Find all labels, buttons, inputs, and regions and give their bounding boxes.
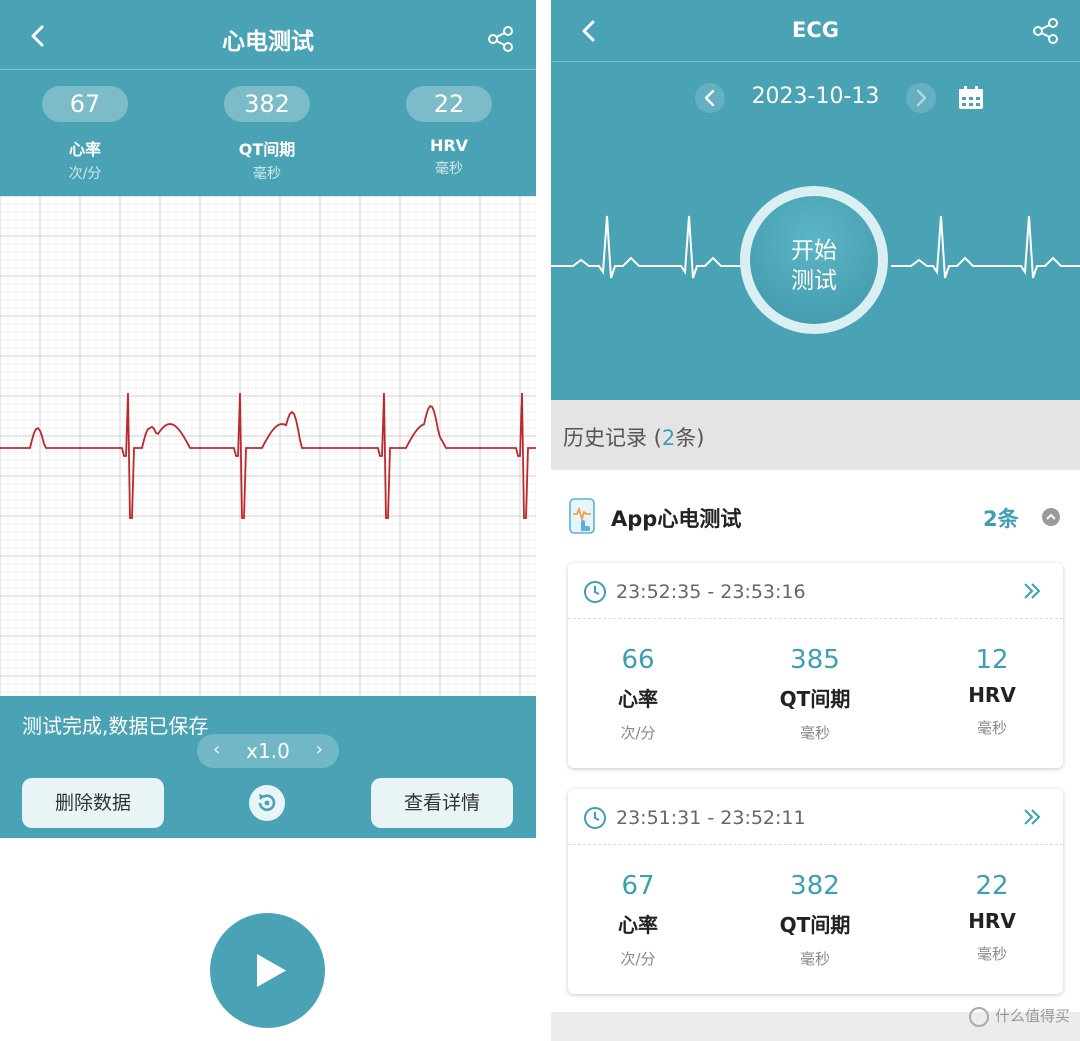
page-title: 心电测试 [222, 29, 314, 55]
stat-label: 心率 [68, 140, 101, 159]
stat-unit: 毫秒 [253, 166, 281, 182]
stats-row: 67 心率 次/分 382 QT间期 毫秒 22 HRV 毫秒 [0, 86, 536, 186]
result-header: 心电测试 67 心率 次/分 382 QT间期 毫秒 22 HRV 毫秒 [0, 0, 536, 196]
stat-value: 382 [224, 86, 310, 122]
ecg-header: ECG 2023-10-13 开始 测试 [551, 0, 1080, 400]
metric-value: 66 [621, 645, 655, 675]
metric-unit: 次/分 [620, 724, 656, 742]
speed-increase-icon[interactable]: › [316, 739, 323, 760]
history-list: App心电测试 2条 23:52:35 - 23:53:16 66 心率 次/分… [551, 470, 1080, 1012]
metric-label: HRV [968, 683, 1016, 707]
replay-button[interactable] [249, 785, 285, 821]
metric-heart-rate: 66 心率 次/分 [578, 645, 698, 743]
speed-selector[interactable]: ‹ x1.0 › [197, 734, 339, 768]
metric-unit: 次/分 [620, 950, 656, 968]
delete-data-button[interactable]: 删除数据 [22, 778, 164, 828]
group-count: 2条 [983, 507, 1019, 531]
metric-hrv: 12 HRV 毫秒 [932, 645, 1052, 738]
save-status-text: 测试完成,数据已保存 [22, 714, 209, 738]
stat-label: HRV [429, 136, 469, 155]
start-test-button[interactable]: 开始 测试 [740, 186, 888, 334]
stat-unit: 次/分 [68, 166, 102, 182]
stat-hrv: 22 HRV 毫秒 [379, 86, 519, 178]
replay-icon [258, 794, 276, 812]
metric-unit: 毫秒 [799, 724, 830, 742]
clock-icon [584, 807, 606, 829]
selected-date[interactable]: 2023-10-13 [551, 84, 1080, 109]
metric-value: 12 [975, 645, 1009, 675]
metric-unit: 毫秒 [976, 945, 1007, 963]
record-time-range: 23:52:35 - 23:53:16 [616, 581, 806, 603]
share-icon[interactable] [1031, 16, 1061, 46]
clock-icon [584, 581, 606, 603]
play-button[interactable] [210, 913, 325, 1028]
chevron-up-icon [1046, 513, 1056, 520]
stat-heart-rate: 67 心率 次/分 [15, 86, 155, 183]
metric-value: 382 [790, 871, 840, 901]
ecg-home-screen: ECG 2023-10-13 开始 测试 历史记录 (2条) App心电测试 2… [551, 0, 1080, 1041]
collapse-toggle[interactable] [1042, 508, 1060, 526]
screen-root: 心电测试 67 心率 次/分 382 QT间期 毫秒 22 HRV 毫秒 测试完… [0, 0, 1080, 1041]
record-card[interactable]: 23:51:31 - 23:52:11 67 心率 次/分 382 QT间期 毫… [568, 789, 1063, 994]
metric-qt-interval: 385 QT间期 毫秒 [755, 645, 875, 743]
group-title: App心电测试 [611, 507, 742, 531]
calendar-icon[interactable] [957, 85, 985, 111]
top-bar: 心电测试 [0, 0, 536, 70]
history-suffix: 条) [675, 426, 705, 450]
metric-unit: 毫秒 [976, 719, 1007, 737]
playback-controls: 测试完成,数据已保存 ‹ x1.0 › 删除数据 查看详情 [0, 696, 536, 838]
play-icon [257, 954, 286, 987]
watermark-logo-icon [968, 1006, 989, 1027]
chevron-right-icon [916, 89, 927, 107]
stat-value: 67 [42, 86, 128, 122]
divider [568, 618, 1063, 619]
ecg-result-screen: 心电测试 67 心率 次/分 382 QT间期 毫秒 22 HRV 毫秒 测试完… [0, 0, 536, 1041]
metric-value: 67 [621, 871, 655, 901]
history-prefix: 历史记录 ( [563, 426, 662, 450]
divider [568, 844, 1063, 845]
metric-value: 385 [790, 645, 840, 675]
record-time-range: 23:51:31 - 23:52:11 [616, 807, 806, 829]
history-header: 历史记录 (2条) [551, 400, 1080, 470]
watermark-text: 什么值得买 [994, 1007, 1070, 1025]
start-test-core: 开始 测试 [750, 196, 878, 324]
share-icon[interactable] [486, 24, 516, 54]
metric-unit: 毫秒 [799, 950, 830, 968]
record-group-header[interactable]: App心电测试 2条 [551, 470, 1080, 562]
start-label-line1: 开始 [791, 238, 837, 264]
history-count: 2 [661, 426, 676, 450]
metric-label: QT间期 [779, 687, 851, 711]
phone-ecg-icon [569, 498, 595, 534]
metric-label: 心率 [618, 913, 658, 937]
metric-qt-interval: 382 QT间期 毫秒 [755, 871, 875, 969]
view-details-button[interactable]: 查看详情 [371, 778, 513, 828]
stat-label: QT间期 [238, 140, 296, 159]
date-selector: 2023-10-13 [551, 80, 1080, 116]
page-title: ECG [792, 18, 839, 42]
metric-label: 心率 [618, 687, 658, 711]
stat-qt-interval: 382 QT间期 毫秒 [197, 86, 337, 183]
metric-value: 22 [975, 871, 1009, 901]
metric-label: HRV [968, 909, 1016, 933]
stat-unit: 毫秒 [435, 161, 463, 177]
metric-label: QT间期 [779, 913, 851, 937]
record-card[interactable]: 23:52:35 - 23:53:16 66 心率 次/分 385 QT间期 毫… [568, 563, 1063, 768]
ecg-waveform-panel[interactable] [0, 196, 536, 696]
ecg-grid [0, 196, 536, 696]
watermark: 什么值得买 [968, 1005, 1070, 1027]
metric-hrv: 22 HRV 毫秒 [932, 871, 1052, 964]
history-title: 历史记录 (2条) [563, 422, 704, 452]
next-day-button[interactable] [906, 83, 936, 113]
double-chevron-right-icon[interactable] [1021, 579, 1043, 603]
top-bar: ECG [551, 0, 1080, 62]
double-chevron-right-icon[interactable] [1021, 805, 1043, 829]
metric-heart-rate: 67 心率 次/分 [578, 871, 698, 969]
stat-value: 22 [406, 86, 492, 122]
start-label-line2: 测试 [791, 268, 837, 294]
